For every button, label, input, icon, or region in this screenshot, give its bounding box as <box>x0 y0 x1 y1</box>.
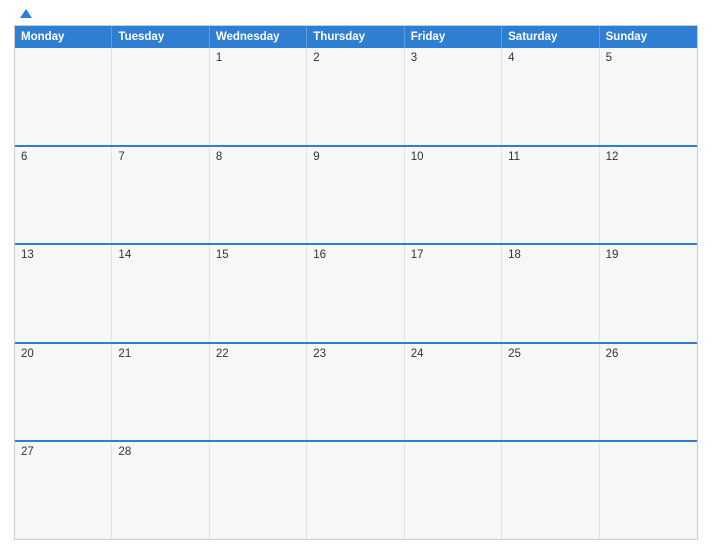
calendar-cell: 20 <box>15 344 112 441</box>
calendar-cell: 7 <box>112 147 209 244</box>
header-monday: Monday <box>15 26 112 48</box>
day-number: 4 <box>508 52 592 64</box>
header-thursday: Thursday <box>307 26 404 48</box>
day-number: 10 <box>411 151 495 163</box>
calendar-cell <box>405 442 502 539</box>
day-number: 8 <box>216 151 300 163</box>
calendar-cell: 23 <box>307 344 404 441</box>
calendar-cell: 5 <box>600 48 697 145</box>
calendar-cell <box>112 48 209 145</box>
calendar-cell: 4 <box>502 48 599 145</box>
day-number: 16 <box>313 249 397 261</box>
day-number: 24 <box>411 348 495 360</box>
day-number: 9 <box>313 151 397 163</box>
day-number: 25 <box>508 348 592 360</box>
calendar-cell: 8 <box>210 147 307 244</box>
calendar-cell: 16 <box>307 245 404 342</box>
day-number: 27 <box>21 446 105 458</box>
calendar-body: 1234567891011121314151617181920212223242… <box>15 48 697 539</box>
calendar-cell: 17 <box>405 245 502 342</box>
day-number: 26 <box>606 348 691 360</box>
calendar-week-1: 1 2 3 4 5 <box>15 48 697 145</box>
calendar-cell: 22 <box>210 344 307 441</box>
day-number: 13 <box>21 249 105 261</box>
calendar-page: Monday Tuesday Wednesday Thursday Friday… <box>0 0 712 550</box>
calendar-cell: 14 <box>112 245 209 342</box>
calendar-week-4: 20 21 22 23 24 25 26 <box>15 342 697 441</box>
day-number: 22 <box>216 348 300 360</box>
header-saturday: Saturday <box>502 26 599 48</box>
calendar-cell: 28 <box>112 442 209 539</box>
calendar-cell: 15 <box>210 245 307 342</box>
header <box>14 10 698 19</box>
calendar-cell: 3 <box>405 48 502 145</box>
day-number: 2 <box>313 52 397 64</box>
calendar-week-5: 27 28 <box>15 440 697 539</box>
calendar-cell <box>502 442 599 539</box>
calendar-cell: 26 <box>600 344 697 441</box>
calendar-cell <box>600 442 697 539</box>
calendar-cell: 18 <box>502 245 599 342</box>
day-number: 1 <box>216 52 300 64</box>
calendar-cell <box>210 442 307 539</box>
header-tuesday: Tuesday <box>112 26 209 48</box>
calendar-week-2: 6 7 8 9 10 11 12 <box>15 145 697 244</box>
calendar-cell: 13 <box>15 245 112 342</box>
calendar-header-row: Monday Tuesday Wednesday Thursday Friday… <box>15 26 697 48</box>
calendar-grid: Monday Tuesday Wednesday Thursday Friday… <box>14 25 698 540</box>
header-wednesday: Wednesday <box>210 26 307 48</box>
day-number: 3 <box>411 52 495 64</box>
calendar-cell: 2 <box>307 48 404 145</box>
calendar-cell: 9 <box>307 147 404 244</box>
day-number: 17 <box>411 249 495 261</box>
day-number: 15 <box>216 249 300 261</box>
day-number: 23 <box>313 348 397 360</box>
day-number: 7 <box>118 151 202 163</box>
calendar-cell: 12 <box>600 147 697 244</box>
calendar-week-3: 13 14 15 16 17 18 19 <box>15 243 697 342</box>
header-sunday: Sunday <box>600 26 697 48</box>
day-number: 12 <box>606 151 691 163</box>
calendar-cell: 10 <box>405 147 502 244</box>
calendar-cell <box>307 442 404 539</box>
day-number: 20 <box>21 348 105 360</box>
day-number: 21 <box>118 348 202 360</box>
calendar-cell: 24 <box>405 344 502 441</box>
calendar-cell: 25 <box>502 344 599 441</box>
header-friday: Friday <box>405 26 502 48</box>
logo-triangle-icon <box>20 9 32 18</box>
day-number: 18 <box>508 249 592 261</box>
calendar-cell: 1 <box>210 48 307 145</box>
calendar-cell: 27 <box>15 442 112 539</box>
calendar-cell: 6 <box>15 147 112 244</box>
calendar-cell <box>15 48 112 145</box>
day-number: 6 <box>21 151 105 163</box>
calendar-cell: 11 <box>502 147 599 244</box>
day-number: 11 <box>508 151 592 163</box>
day-number: 14 <box>118 249 202 261</box>
logo <box>16 10 32 19</box>
day-number: 28 <box>118 446 202 458</box>
calendar-cell: 21 <box>112 344 209 441</box>
day-number: 19 <box>606 249 691 261</box>
calendar-cell: 19 <box>600 245 697 342</box>
day-number: 5 <box>606 52 691 64</box>
